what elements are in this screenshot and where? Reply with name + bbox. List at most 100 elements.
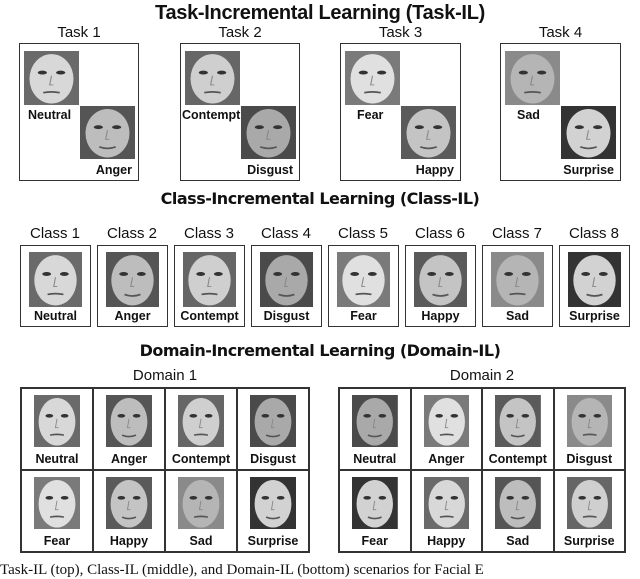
domain-cell: Sad bbox=[482, 470, 554, 552]
domain-cell: Happy bbox=[93, 470, 165, 552]
face-image bbox=[566, 477, 612, 529]
domain-cell: Anger bbox=[93, 388, 165, 470]
face-image bbox=[29, 252, 82, 307]
task-label: Task 3 bbox=[378, 24, 423, 41]
face-image bbox=[178, 477, 224, 529]
expression-label: Happy bbox=[415, 163, 454, 177]
domain-cell: Contempt bbox=[482, 388, 554, 470]
domain-cell: Fear bbox=[339, 470, 411, 552]
expression-label: Sad bbox=[506, 534, 530, 548]
expression-label: Anger bbox=[95, 163, 132, 177]
face-image bbox=[24, 51, 79, 105]
domain-cell: Neutral bbox=[339, 388, 411, 470]
expression-label: Contempt bbox=[180, 309, 239, 323]
class-label: Class 3 bbox=[183, 225, 235, 242]
face-image bbox=[106, 395, 152, 447]
expression-label: Happy bbox=[109, 534, 149, 548]
task-label: Task 2 bbox=[218, 24, 262, 41]
task-box: Sad Surprise bbox=[500, 43, 621, 181]
face-image bbox=[401, 106, 456, 159]
face-image bbox=[34, 477, 80, 529]
face-image bbox=[568, 252, 621, 307]
domain-cell: Contempt bbox=[165, 388, 237, 470]
domain-cell: Surprise bbox=[553, 470, 625, 552]
expression-label: Anger bbox=[428, 452, 465, 466]
face-image bbox=[561, 106, 616, 159]
class-label: Class 1 bbox=[29, 225, 81, 242]
domain-cell: Neutral bbox=[21, 388, 93, 470]
expression-label: Disgust bbox=[250, 452, 296, 466]
domain-il-title: Domain-Incremental Learning (Domain-IL) bbox=[139, 341, 501, 360]
expression-label: Neutral bbox=[28, 108, 72, 122]
face-image bbox=[345, 51, 400, 105]
face-image bbox=[250, 395, 296, 447]
domain-label: Domain 1 bbox=[132, 367, 198, 384]
expression-label: Happy bbox=[427, 534, 466, 548]
task-box: Neutral Anger bbox=[19, 43, 139, 181]
domain-cell: Fear bbox=[21, 470, 93, 552]
face-image bbox=[185, 51, 240, 105]
task-il-title: Task-Incremental Learning (Task-IL) bbox=[155, 2, 485, 24]
task-box: Contempt Disgust bbox=[180, 43, 300, 181]
task-label: Task 1 bbox=[57, 24, 101, 41]
domain-cell: Sad bbox=[165, 470, 237, 552]
expression-label: Fear bbox=[357, 108, 384, 122]
expression-label: Neutral bbox=[33, 309, 78, 323]
class-box: Contempt bbox=[174, 245, 245, 327]
class-label: Class 7 bbox=[491, 225, 543, 242]
class-label: Class 4 bbox=[260, 225, 312, 242]
class-box: Fear bbox=[328, 245, 399, 327]
face-image bbox=[183, 252, 236, 307]
face-image bbox=[495, 477, 541, 529]
expression-label: Anger bbox=[110, 452, 148, 466]
expression-label: Anger bbox=[114, 309, 151, 323]
expression-label: Contempt bbox=[171, 452, 231, 466]
expression-label: Surprise bbox=[247, 534, 299, 548]
expression-label: Neutral bbox=[35, 452, 79, 466]
class-il-title: Class-Incremental Learning (Class-IL) bbox=[160, 189, 480, 208]
face-image bbox=[106, 252, 159, 307]
class-label: Class 8 bbox=[568, 225, 620, 242]
face-image bbox=[423, 477, 469, 529]
task-box: Fear Happy bbox=[340, 43, 461, 181]
face-image bbox=[260, 252, 313, 307]
expression-label: Disgust bbox=[247, 163, 293, 177]
expression-label: Neutral bbox=[353, 452, 397, 466]
domain-grid: Neutral Anger Contempt Disgust Fear Happ bbox=[338, 387, 626, 553]
domain-cell: Surprise bbox=[237, 470, 309, 552]
expression-label: Contempt bbox=[488, 452, 547, 466]
expression-label: Fear bbox=[350, 309, 377, 323]
domain-cell: Disgust bbox=[553, 388, 625, 470]
class-box: Neutral bbox=[20, 245, 91, 327]
domain-cell: Happy bbox=[410, 470, 482, 552]
expression-label: Sad bbox=[506, 309, 529, 323]
class-box: Sad bbox=[482, 245, 553, 327]
class-box: Surprise bbox=[559, 245, 630, 327]
domain-cell: Disgust bbox=[237, 388, 309, 470]
face-image bbox=[566, 395, 612, 447]
class-box: Happy bbox=[405, 245, 476, 327]
face-image bbox=[352, 477, 398, 529]
class-box: Anger bbox=[97, 245, 168, 327]
figure-caption: Task-IL (top), Class-IL (middle), and Do… bbox=[0, 562, 484, 578]
face-image bbox=[352, 395, 398, 447]
domain-label: Domain 2 bbox=[449, 367, 515, 384]
domain-grid: Neutral Anger Contempt Disgust Fear Happ bbox=[20, 387, 310, 553]
face-image bbox=[423, 395, 469, 447]
expression-label: Sad bbox=[189, 534, 213, 548]
face-image bbox=[505, 51, 560, 105]
class-box: Disgust bbox=[251, 245, 322, 327]
face-image bbox=[34, 395, 80, 447]
face-image bbox=[495, 395, 541, 447]
face-image bbox=[178, 395, 224, 447]
face-image bbox=[414, 252, 467, 307]
expression-label: Fear bbox=[361, 534, 388, 548]
class-label: Class 5 bbox=[337, 225, 389, 242]
class-label: Class 6 bbox=[414, 225, 466, 242]
expression-label: Surprise bbox=[563, 163, 614, 177]
face-image bbox=[491, 252, 544, 307]
domain-cell: Anger bbox=[410, 388, 482, 470]
expression-label: Disgust bbox=[263, 309, 310, 323]
face-image bbox=[106, 477, 152, 529]
face-image bbox=[241, 106, 296, 159]
